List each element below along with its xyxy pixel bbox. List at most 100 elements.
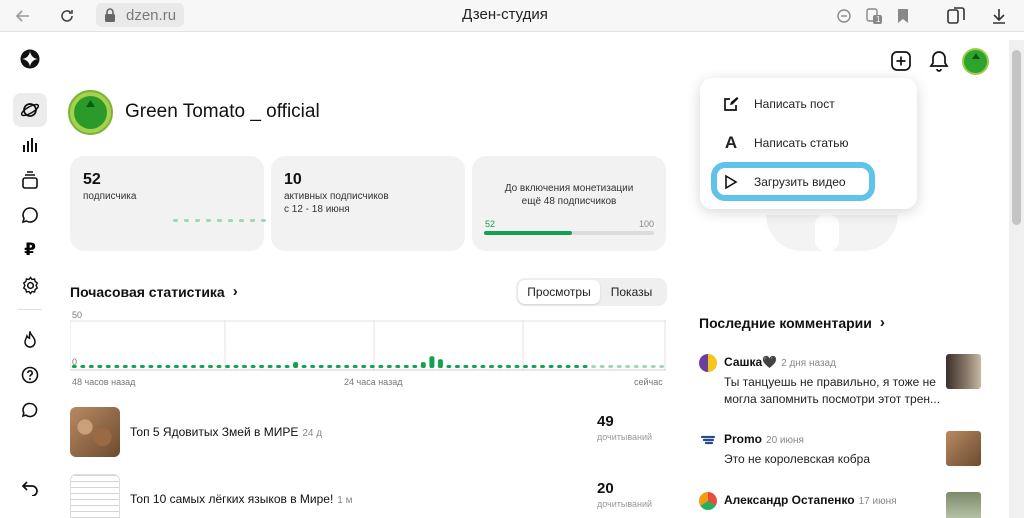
active-subscribers-card[interactable]: 10 активных подписчиков с 12 - 18 июня (271, 156, 465, 251)
comment-avatar (699, 492, 717, 510)
chart-bar (489, 365, 494, 368)
chart-bar (514, 365, 520, 368)
menu-item-write-article[interactable]: A Написать статью (722, 131, 849, 155)
monetization-current: 52 (485, 219, 496, 229)
chart-bar (276, 365, 282, 368)
chart-bar (250, 365, 256, 368)
upload-video-highlight (711, 162, 875, 201)
chart-bar (131, 365, 137, 368)
recent-comments-heading[interactable]: Последние комментарии › (699, 314, 885, 331)
chart-bar (88, 365, 94, 368)
reader-badge: 1 (876, 15, 881, 24)
chart-bar (148, 365, 154, 368)
chart-bar (173, 365, 179, 368)
chart-bar (642, 365, 648, 368)
monetization-text: До включения монетизации ещё 48 подписчи… (504, 183, 634, 207)
chart-bar (386, 365, 392, 368)
chart-bar (267, 365, 273, 368)
metric-switcher: Просмотры Показы (516, 278, 667, 306)
chart-bar (225, 365, 230, 368)
y-max-label: 50 (72, 310, 83, 320)
video-stat: 20 дочитываний (597, 480, 653, 509)
comment-video-thumbnail (946, 354, 981, 389)
chart-bar (199, 365, 205, 368)
edit-icon (722, 96, 740, 112)
chart-bar (582, 365, 588, 368)
tab-impressions[interactable]: Показы (600, 280, 663, 304)
add-content-icon[interactable] (890, 50, 912, 72)
comment-video-thumbnail (946, 431, 981, 466)
hourly-stats-heading[interactable]: Почасовая статистика › (70, 283, 238, 300)
chart-bar (216, 365, 222, 368)
video-title: Топ 10 самых лёгких языков в Мире! 1 м (130, 492, 353, 506)
monetization-card[interactable]: До включения монетизации ещё 48 подписчи… (472, 156, 666, 251)
collections-icon[interactable] (946, 6, 966, 26)
publications-icon[interactable] (13, 163, 47, 197)
comment-author: Александр Остапенко 17 июня (724, 493, 897, 507)
avatar[interactable] (962, 48, 989, 75)
planet-icon[interactable] (13, 93, 47, 127)
tab-views[interactable]: Просмотры (518, 280, 600, 304)
monetization-progress-bar (484, 231, 654, 235)
browser-toolbar: dzen.ru Дзен-студия 1 (0, 0, 1024, 32)
gear-icon[interactable] (13, 268, 47, 302)
chart-bar (471, 365, 477, 368)
chart-bar (361, 365, 367, 368)
chart-bar (574, 365, 580, 368)
x-label-start: 48 часов назад (72, 377, 136, 387)
chart-bar (233, 365, 239, 368)
comment-avatar (699, 354, 717, 372)
list-item[interactable]: Топ 10 самых лёгких языков в Мире! 1 м 20… (70, 474, 670, 518)
video-thumbnail (70, 474, 120, 518)
recent-comments-title: Последние комментарии (699, 314, 872, 331)
chart-bar (156, 365, 162, 368)
scrollbar-thumb[interactable] (1012, 50, 1021, 225)
chart-bar (437, 359, 443, 368)
comments-icon[interactable] (13, 198, 47, 232)
channel-name: Green Tomato _ official (125, 101, 320, 122)
exit-icon[interactable] (13, 470, 47, 504)
chart-bar (650, 365, 656, 368)
comment-text: Ты танцуешь не правильно, я тоже не могл… (724, 375, 941, 406)
bookmark-icon[interactable] (893, 6, 913, 26)
letter-a-icon: A (724, 133, 738, 152)
chart-bar (540, 365, 545, 368)
chart-bar (565, 365, 571, 368)
chart-bar (335, 365, 341, 368)
fire-icon[interactable] (13, 323, 47, 357)
chart-bar (420, 362, 426, 368)
chart-bar (301, 365, 307, 368)
chart-bar (463, 365, 469, 368)
list-item[interactable]: Топ 5 Ядовитых Змей в МИРЕ 24 д 49 дочиты… (70, 407, 670, 459)
scrollbar[interactable] (1009, 40, 1024, 518)
zoom-icon[interactable] (834, 6, 854, 26)
chart-bar (608, 365, 614, 368)
stats-icon[interactable] (13, 128, 47, 162)
promo-avatar-icon (699, 431, 717, 449)
chart-bar (429, 356, 435, 368)
chart-bar (378, 365, 384, 368)
chart-bar (139, 365, 145, 368)
ruble-icon[interactable]: ₽ (13, 233, 47, 267)
chart-bar (454, 365, 460, 368)
comment-video-thumbnail (946, 492, 981, 518)
bell-icon[interactable] (929, 50, 949, 72)
download-icon[interactable] (989, 6, 1009, 26)
chart-bar (633, 365, 639, 368)
subscribers-label: подписчика (83, 191, 137, 202)
chevron-right-icon: › (232, 283, 238, 300)
active-subscribers-label: активных подписчиков с 12 - 18 июня (284, 191, 389, 215)
chart-bar (105, 365, 111, 368)
chart-bar (310, 365, 316, 368)
chart-bar (625, 365, 631, 368)
subscribers-card[interactable]: 52 подписчика (70, 156, 288, 251)
reader-mode-icon[interactable]: 1 (864, 6, 884, 26)
video-thumbnail (70, 407, 120, 457)
dzen-logo-icon[interactable] (13, 42, 47, 76)
decorative-illustration-stem (815, 215, 839, 251)
help-icon[interactable] (13, 358, 47, 392)
chart-bar (480, 365, 486, 368)
chat-icon[interactable] (13, 393, 47, 427)
chart-bar (293, 362, 299, 368)
menu-item-write-post[interactable]: Написать пост (722, 92, 835, 116)
